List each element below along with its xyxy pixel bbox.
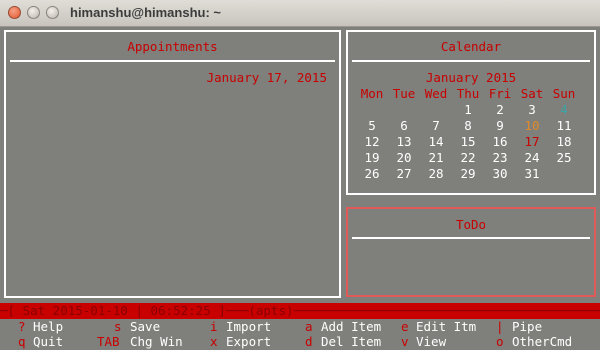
calendar-day[interactable]: 26 — [356, 166, 388, 182]
maximize-window-button[interactable] — [46, 6, 59, 19]
weekday-label: Sun — [552, 86, 576, 101]
close-window-button[interactable] — [8, 6, 21, 19]
calendar-day[interactable]: 23 — [484, 150, 516, 166]
calendar-day[interactable]: 25 — [548, 150, 580, 166]
calendar-day[interactable]: 14 — [420, 134, 452, 150]
help-row-2: q Quit TAB Chg Win x Export d Del Item v View o Oth… — [0, 334, 600, 349]
shortcut-label: Chg Win — [130, 334, 183, 349]
calendar-week-row: 12 13 14 15 16 17 18 — [356, 134, 580, 150]
calendar-empty-cell — [388, 102, 420, 118]
shortcut-key: a — [305, 319, 313, 334]
calendar-day[interactable]: 18 — [548, 134, 580, 150]
calendar-empty-cell — [420, 102, 452, 118]
todo-divider — [352, 237, 590, 239]
status-bar: ─[ Sat 2015-01-10 | 06:52:25 ]───(apts)─… — [0, 303, 600, 319]
shortcut-label: Add Item — [321, 319, 382, 334]
weekday-label: Wed — [424, 86, 448, 101]
calendar-day[interactable]: 16 — [484, 134, 516, 150]
calendar-day[interactable]: 24 — [516, 150, 548, 166]
calendar-title: Calendar — [440, 39, 502, 54]
weekday-label: Fri — [488, 86, 512, 101]
calendar-day[interactable]: 27 — [388, 166, 420, 182]
calendar-week-row: 26 27 28 29 30 31 — [356, 166, 580, 182]
calendar-week-row: 19 20 21 22 23 24 25 — [356, 150, 580, 166]
calendar-day[interactable]: 1 — [452, 102, 484, 118]
calendar-day[interactable]: 19 — [356, 150, 388, 166]
calendar-empty-cell — [356, 102, 388, 118]
shortcut-key: o — [496, 334, 504, 349]
help-bar: ? Help s Save i Import a Add Item e Edit Itm | Pipe… — [0, 319, 600, 349]
terminal-area[interactable]: Appointments January 17, 2015 Calendar J… — [0, 27, 600, 350]
shortcut-label: Del Item — [321, 334, 382, 349]
shortcut-label: Pipe — [512, 319, 543, 334]
calendar-week-row: 1234 — [356, 102, 580, 118]
calendar-day[interactable]: 29 — [452, 166, 484, 182]
calendar-day[interactable]: 6 — [388, 118, 420, 134]
minimize-window-button[interactable] — [27, 6, 40, 19]
calendar-panel[interactable]: Calendar January 2015 Mon Tue Wed Thu Fri Sat… — [346, 30, 596, 195]
shortcut-label: Import — [226, 319, 272, 334]
help-row-1: ? Help s Save i Import a Add Item e Edit Itm | Pipe — [0, 319, 600, 334]
shortcut-key: q — [18, 334, 26, 349]
weekday-label: Mon — [360, 86, 384, 101]
todo-panel[interactable]: ToDo — [346, 207, 596, 297]
shortcut-label: OtherCmd — [512, 334, 573, 349]
shortcut-label: Edit Itm — [416, 319, 477, 334]
title-bar[interactable]: himanshu@himanshu: ~ — [0, 0, 600, 27]
calendar-day[interactable]: 12 — [356, 134, 388, 150]
calendar-day[interactable]: 30 — [484, 166, 516, 182]
shortcut-key: ? — [18, 319, 26, 334]
shortcut-key: | — [496, 319, 504, 334]
calendar-grid: Mon Tue Wed Thu Fri Sat Sun 1 2 3 4 5 6 7 8 9 10 11 12 13 14… — [356, 86, 580, 182]
shortcut-key: TAB — [97, 334, 120, 349]
appointments-title: Appointments — [127, 39, 218, 54]
shortcut-label: Export — [226, 334, 272, 349]
calendar-divider — [352, 60, 590, 62]
shortcut-key: i — [210, 319, 218, 334]
calendar-month: January 2015 — [425, 70, 517, 85]
calendar-day[interactable]: 9 — [484, 118, 516, 134]
calendar-day[interactable]: 28 — [420, 166, 452, 182]
window-title: himanshu@himanshu: ~ — [70, 5, 221, 20]
calendar-empty-cell — [548, 166, 580, 182]
calendar-day[interactable]: 8 — [452, 118, 484, 134]
calendar-day[interactable]: 31 — [516, 166, 548, 182]
appointments-divider — [10, 60, 335, 62]
calendar-day[interactable]: 4 — [548, 102, 580, 118]
calendar-day[interactable]: 21 — [420, 150, 452, 166]
calendar-day[interactable]: 3 — [516, 102, 548, 118]
calendar-day[interactable]: 20 — [388, 150, 420, 166]
calendar-day[interactable]: 11 — [548, 118, 580, 134]
appointments-date: January 17, 2015 — [206, 70, 327, 85]
shortcut-key: x — [210, 334, 218, 349]
shortcut-key: e — [401, 319, 409, 334]
calendar-week-row: 5 6 7 8 9 10 11 — [356, 118, 580, 134]
calendar-day[interactable]: 15 — [452, 134, 484, 150]
shortcut-label: Help — [33, 319, 64, 334]
calendar-weekday-row: Mon Tue Wed Thu Fri Sat Sun — [356, 86, 580, 102]
shortcut-key: v — [401, 334, 409, 349]
todo-title: ToDo — [455, 217, 487, 232]
shortcut-key: d — [305, 334, 313, 349]
calendar-day[interactable]: 2 — [484, 102, 516, 118]
calendar-day[interactable]: 7 — [420, 118, 452, 134]
appointments-panel[interactable]: Appointments January 17, 2015 — [4, 30, 341, 298]
shortcut-label: View — [416, 334, 447, 349]
shortcut-label: Quit — [33, 334, 64, 349]
calendar-day[interactable]: 17 — [516, 134, 548, 150]
shortcut-label: Save — [130, 319, 161, 334]
weekday-label: Tue — [392, 86, 416, 101]
weekday-label: Thu — [456, 86, 480, 101]
calendar-day[interactable]: 5 — [356, 118, 388, 134]
terminal-window: himanshu@himanshu: ~ Appointments Januar… — [0, 0, 600, 350]
weekday-label: Sat — [520, 86, 544, 101]
calendar-day[interactable]: 13 — [388, 134, 420, 150]
shortcut-key: s — [114, 319, 122, 334]
calendar-day[interactable]: 22 — [452, 150, 484, 166]
calendar-day[interactable]: 10 — [516, 118, 548, 134]
